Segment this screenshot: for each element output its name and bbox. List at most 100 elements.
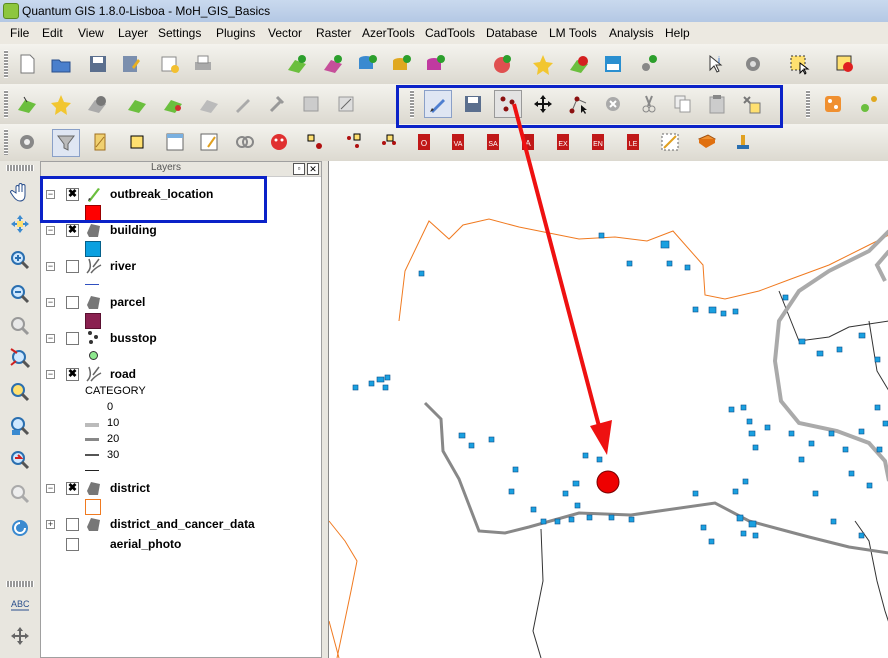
layer-visibility-checkbox[interactable]: ✖ [66, 482, 79, 495]
collapse-icon[interactable]: − [46, 334, 55, 343]
book-icon[interactable] [694, 129, 720, 155]
toolbar-handle[interactable] [4, 129, 8, 155]
scale-icon[interactable] [333, 91, 359, 117]
select-points-icon[interactable] [302, 129, 328, 155]
collapse-icon[interactable]: − [46, 262, 55, 271]
settings-gear-icon[interactable] [740, 51, 766, 77]
layer-symbol-line[interactable] [85, 284, 99, 285]
move-label-icon[interactable] [7, 623, 33, 649]
remove-layer-icon[interactable] [566, 51, 592, 77]
menu-file[interactable]: File [10, 26, 29, 40]
square-select-icon[interactable] [124, 129, 150, 155]
menu-cadtools[interactable]: CadTools [425, 26, 475, 40]
link-icon[interactable] [232, 129, 258, 155]
layer-building[interactable]: − ✖ building [41, 222, 321, 240]
layer-river[interactable]: − river [41, 258, 321, 276]
layer-visibility-checkbox[interactable]: ✖ [66, 368, 79, 381]
ex-icon[interactable]: EX [550, 129, 576, 155]
grid-ruler-icon[interactable] [657, 129, 683, 155]
add-mssql-icon[interactable] [422, 51, 448, 77]
close-panel-icon[interactable]: ✕ [307, 163, 319, 175]
add-spatialite-icon[interactable] [388, 51, 414, 77]
open-project-icon[interactable] [48, 51, 74, 77]
float-panel-icon[interactable]: ▫ [293, 163, 305, 175]
add-delimited-text-icon[interactable] [600, 51, 626, 77]
layer-busstop[interactable]: − busstop [41, 330, 321, 348]
identify-icon[interactable]: i [702, 51, 728, 77]
hammer-icon[interactable] [264, 91, 290, 117]
zoom-full-icon[interactable] [7, 313, 33, 339]
menu-help[interactable]: Help [665, 26, 690, 40]
favorite-star-icon[interactable] [48, 91, 74, 117]
refresh-icon[interactable] [7, 515, 33, 541]
collapse-icon[interactable]: − [46, 484, 55, 493]
new-print-composer-icon[interactable] [157, 51, 183, 77]
print-icon[interactable] [190, 51, 216, 77]
a-icon[interactable]: A [515, 129, 541, 155]
le-icon[interactable]: LE [620, 129, 646, 155]
add-layer2-icon[interactable] [124, 91, 150, 117]
collapse-icon[interactable]: − [46, 298, 55, 307]
add-wcs-icon[interactable] [530, 51, 556, 77]
layer-symbol-swatch[interactable] [85, 313, 101, 329]
add-vector-icon[interactable] [284, 51, 310, 77]
menu-database[interactable]: Database [486, 26, 537, 40]
save-as-icon[interactable] [118, 51, 144, 77]
menu-analysis[interactable]: Analysis [609, 26, 654, 40]
zoom-out-icon[interactable] [7, 281, 33, 307]
layer-parcel[interactable]: − parcel [41, 294, 321, 312]
layer-visibility-checkbox[interactable] [66, 332, 79, 345]
add-wms-icon[interactable] [489, 51, 515, 77]
zoom-last-icon[interactable] [7, 447, 33, 473]
add-raster-icon[interactable] [320, 51, 346, 77]
toolbar-handle[interactable] [4, 90, 8, 118]
form-icon[interactable] [196, 129, 222, 155]
remove-icon[interactable] [84, 91, 110, 117]
filter-icon[interactable] [52, 129, 80, 157]
new-project-icon[interactable] [14, 51, 40, 77]
toolbar-handle[interactable] [806, 90, 810, 118]
plugin2-icon[interactable] [856, 91, 882, 117]
layer-visibility-checkbox[interactable] [66, 296, 79, 309]
collapse-icon[interactable]: − [46, 226, 55, 235]
zoom-actual-icon[interactable] [7, 413, 33, 439]
en-icon[interactable]: EN [585, 129, 611, 155]
layer-district-and-cancer-data[interactable]: + district_and_cancer_data [41, 516, 321, 534]
menu-view[interactable]: View [78, 26, 104, 40]
layer-road[interactable]: − ✖ road [41, 366, 321, 384]
zoom-next-icon[interactable] [7, 481, 33, 507]
menu-edit[interactable]: Edit [42, 26, 63, 40]
zoom-to-layer-icon[interactable] [7, 379, 33, 405]
add-points-icon[interactable] [340, 129, 366, 155]
zoom-in-icon[interactable] [7, 247, 33, 273]
pan-icon[interactable] [7, 179, 33, 205]
toolbar-handle[interactable] [6, 581, 34, 587]
pencil-tool-icon[interactable] [230, 91, 256, 117]
menu-plugins[interactable]: Plugins [216, 26, 255, 40]
hide-icon[interactable] [196, 91, 222, 117]
layer-symbol-swatch[interactable] [85, 499, 101, 515]
layer-visibility-checkbox[interactable]: ✖ [66, 224, 79, 237]
layer-visibility-checkbox[interactable] [66, 260, 79, 273]
plugin-icon[interactable] [820, 91, 846, 117]
layer-visibility-checkbox[interactable] [66, 518, 79, 531]
menu-settings[interactable]: Settings [158, 26, 201, 40]
collapse-icon[interactable]: − [46, 370, 55, 379]
pan-to-selection-icon[interactable] [7, 211, 33, 237]
save-project-icon[interactable] [85, 51, 111, 77]
sa-icon[interactable]: SA [480, 129, 506, 155]
menu-lmtools[interactable]: LM Tools [549, 26, 597, 40]
layer-symbol-point[interactable] [89, 351, 98, 360]
add-layer3-icon[interactable] [160, 91, 186, 117]
stamp-icon[interactable] [730, 129, 756, 155]
add-postgis-icon[interactable] [354, 51, 380, 77]
expand-icon[interactable]: + [46, 520, 55, 529]
map-canvas[interactable] [328, 161, 888, 658]
menu-raster[interactable]: Raster [316, 26, 351, 40]
digitize-icon[interactable] [88, 129, 114, 155]
va-icon[interactable]: VA [445, 129, 471, 155]
layer-district[interactable]: − ✖ district [41, 480, 321, 498]
rotate-icon[interactable] [298, 91, 324, 117]
menu-azertools[interactable]: AzerTools [362, 26, 415, 40]
layer-symbol-swatch[interactable] [85, 241, 101, 257]
